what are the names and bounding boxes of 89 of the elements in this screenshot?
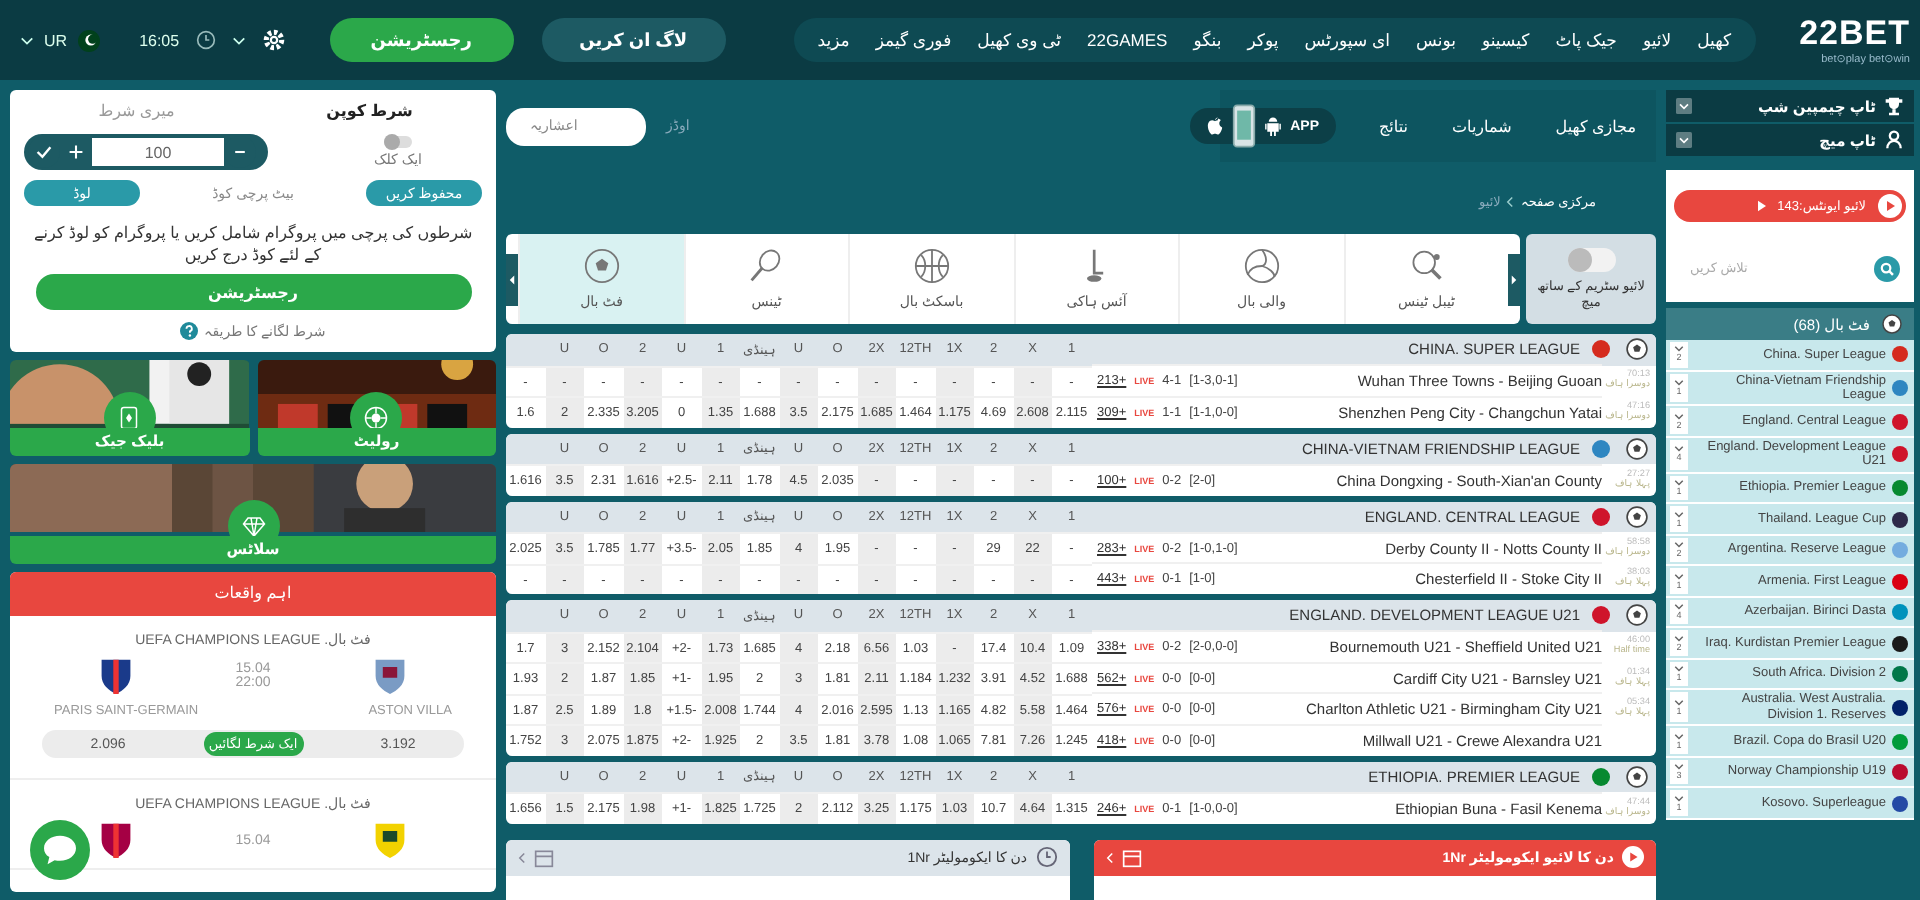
check-icon	[36, 144, 52, 160]
menu-item[interactable]: 22GAMES	[1087, 30, 1168, 50]
tennis-racket-icon	[748, 248, 785, 284]
chevron-icon	[508, 273, 516, 285]
menu-item[interactable]: کیسینو	[1481, 29, 1530, 51]
caret-icon	[1674, 446, 1684, 453]
trophy-icon	[1884, 96, 1904, 116]
caret-icon	[1674, 573, 1684, 580]
menu-item[interactable]: ٹی وی کھیل	[977, 29, 1062, 51]
clock-icon	[195, 30, 216, 50]
football-icon	[1626, 765, 1648, 788]
caret-icon	[1674, 635, 1684, 642]
search-icon	[1874, 255, 1900, 281]
volleyball-icon	[1243, 248, 1280, 284]
chevron-down-icon	[1676, 98, 1692, 114]
football-icon	[583, 248, 620, 284]
top-events-header: اہم واقعات	[10, 572, 496, 617]
menu-item[interactable]: ای سپورٹس	[1304, 29, 1390, 51]
menu-item[interactable]: فوری گیمز	[875, 29, 952, 51]
club-crest-icon	[98, 656, 134, 697]
chevron-icon	[1510, 273, 1518, 285]
caret-icon	[1674, 733, 1684, 740]
play-icon	[1622, 846, 1644, 868]
menu-item[interactable]: لائیو	[1642, 29, 1672, 51]
chevron-down-icon	[1676, 132, 1692, 148]
clock-icon	[1035, 846, 1057, 868]
caret-icon	[1674, 764, 1684, 771]
menu-item[interactable]: بونس	[1416, 29, 1456, 51]
football-icon	[1626, 505, 1648, 528]
stake-field[interactable]: 100	[92, 138, 224, 166]
caret-icon	[1674, 379, 1684, 386]
bet-slip-tab[interactable]: شرط کوپن	[253, 90, 486, 128]
roulette-icon	[364, 406, 389, 431]
caret-icon	[1674, 604, 1684, 611]
scroll-left-button[interactable]	[506, 253, 518, 305]
plus-icon	[68, 144, 84, 160]
clock-time: 16:05	[139, 31, 180, 49]
menu-item[interactable]: جیک پاٹ	[1555, 29, 1617, 51]
caret-icon	[1674, 666, 1684, 673]
subnav-link[interactable]: شماریات	[1451, 117, 1512, 135]
card-icon	[118, 406, 141, 431]
caret-icon	[1674, 413, 1684, 420]
menu-item[interactable]: کھیل	[1697, 29, 1732, 51]
basketball-icon	[913, 248, 950, 284]
phone-icon	[1232, 102, 1257, 150]
chevron-icon	[1506, 196, 1515, 208]
table-tennis-icon	[1408, 248, 1445, 284]
android-icon	[1264, 116, 1283, 136]
club-crest-icon	[98, 820, 134, 861]
bet-slip-note: شرطوں کی پرچی میں پروگرام شامل کریں یا پروگرام کو لوڈ کرنے کے لئے کوڈ درج کریں	[31, 222, 475, 267]
menu-item[interactable]: مزید	[817, 29, 850, 51]
subnav-link[interactable]: نتائج	[1379, 117, 1408, 135]
calendar-icon	[534, 847, 554, 867]
menu-item[interactable]: بنگو	[1193, 29, 1222, 51]
flag-icon	[77, 29, 100, 51]
caret-icon	[1674, 480, 1684, 487]
football-icon	[1882, 314, 1902, 334]
menu-item[interactable]: پوکر	[1247, 29, 1279, 51]
chat-icon	[42, 834, 78, 867]
logo[interactable]: 22BET	[1799, 14, 1910, 54]
chevron-icon	[518, 851, 526, 863]
person-icon	[1884, 130, 1904, 150]
login-button[interactable]: لاگ ان کریں	[541, 18, 726, 62]
club-crest-icon	[372, 820, 408, 861]
caret-icon	[1674, 346, 1684, 353]
live-stream-toggle[interactable]	[1567, 247, 1615, 272]
calendar-icon	[1121, 847, 1141, 867]
play-icon	[1878, 194, 1902, 218]
caret-icon	[1674, 699, 1684, 706]
scroll-right-button[interactable]	[1508, 253, 1520, 305]
caret-icon	[1674, 795, 1684, 802]
apple-icon	[1206, 116, 1225, 136]
language-selector[interactable]: UR	[20, 29, 100, 51]
play-icon	[1757, 200, 1766, 212]
caret-icon	[1674, 511, 1684, 518]
football-icon	[1626, 604, 1648, 627]
caret-icon	[20, 35, 34, 45]
chat-button[interactable]	[30, 820, 90, 881]
chevron-icon	[1105, 851, 1113, 863]
subnav-link[interactable]: مجازی کھیل	[1555, 117, 1636, 135]
one-click-toggle[interactable]	[383, 136, 412, 148]
football-icon	[1626, 437, 1648, 460]
settings-icon[interactable]	[261, 28, 286, 52]
caret-icon	[1674, 542, 1684, 549]
football-icon	[1626, 338, 1648, 361]
diamond-icon	[241, 515, 265, 538]
club-crest-icon	[372, 656, 408, 697]
caret-icon[interactable]	[231, 35, 246, 45]
help-icon	[180, 322, 199, 341]
